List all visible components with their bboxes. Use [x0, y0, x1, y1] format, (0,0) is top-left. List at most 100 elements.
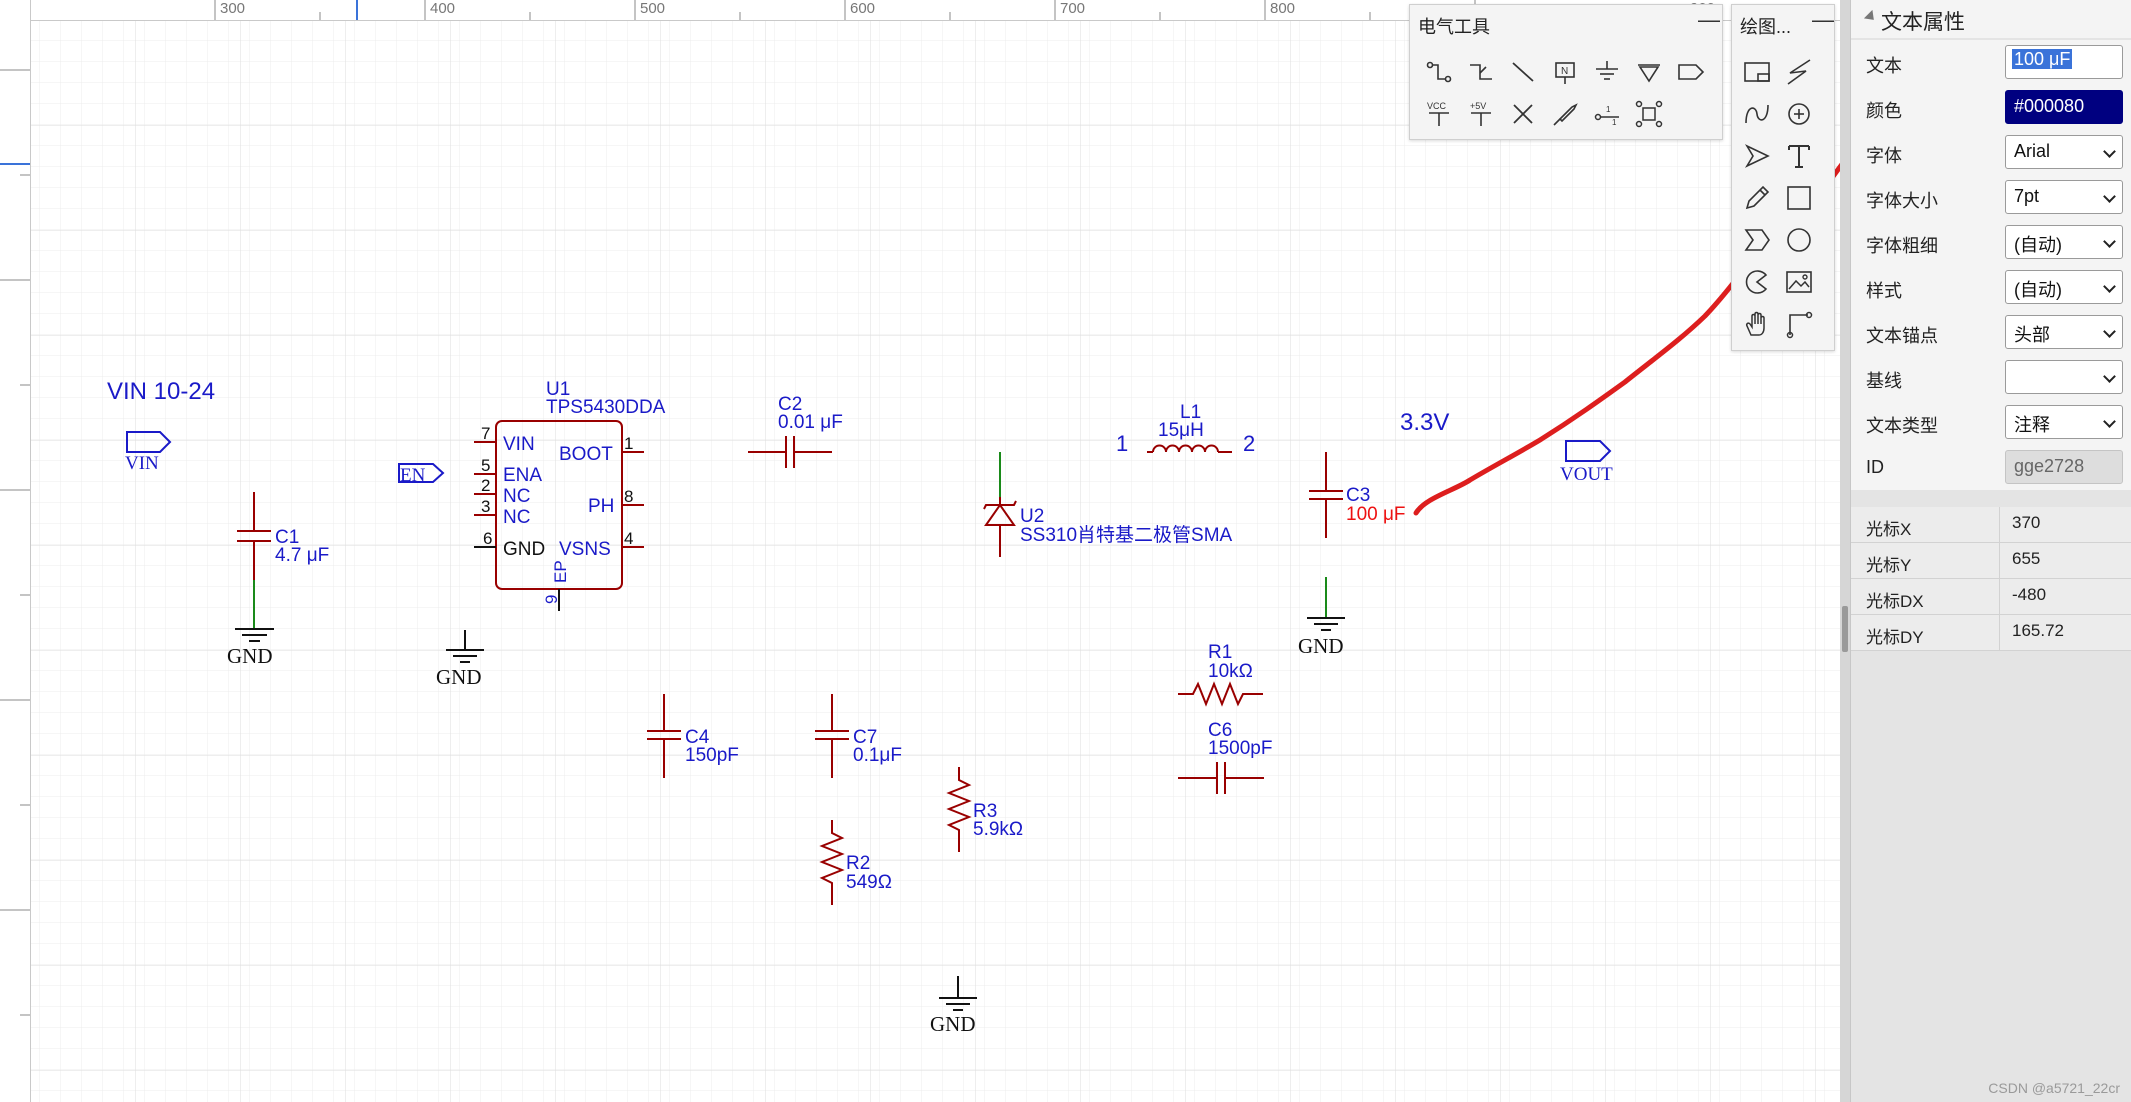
rectangle-tool-button[interactable] [1782, 181, 1816, 215]
prop-row-id: ID gge2728 [1851, 445, 2131, 490]
u1-pin-vsns: VSNS [559, 539, 611, 560]
schematic-sheet[interactable]: VIN 10-24 VIN EN C1 4.7 μF GND U1 TPS543… [0, 0, 1840, 1102]
prop-row-text: 文本 100 μF [1851, 40, 2131, 85]
ruler-left-400: 400 [0, 730, 2, 756]
net-label-tool-button[interactable]: N [1548, 55, 1582, 89]
prop-row-color: 颜色 #000080 [1851, 85, 2131, 130]
drawing-tools-panel[interactable]: 绘图... — [1731, 4, 1835, 351]
arrow-head-icon [1744, 144, 1770, 168]
u1-pin-ph: PH [588, 496, 614, 517]
text-properties-panel[interactable]: 文本属性 文本 100 μF 颜色 #000080 字体 Arial 字体大小 … [1850, 0, 2131, 1102]
cursor-value: -480 [1999, 579, 2131, 614]
prop-font-select[interactable]: Arial [2005, 135, 2123, 169]
u1-pin-vin: VIN [503, 434, 535, 455]
prop-text-input[interactable]: 100 μF [2005, 45, 2123, 79]
prop-row-anchor: 文本锚点 头部 [1851, 310, 2131, 355]
cursor-value: 655 [1999, 543, 2131, 578]
prop-style-select[interactable]: (自动) [2005, 270, 2123, 304]
r1-value: 10kΩ [1208, 661, 1253, 682]
grouped-nodes-icon [1635, 100, 1663, 128]
ruler-top-400: 400 [430, 0, 456, 17]
pan-tool-button[interactable] [1740, 307, 1774, 341]
prop-id-field: gge2728 [2005, 450, 2123, 484]
cursor-label: 光标Y [1866, 556, 1912, 575]
u1-pin-num-5: 5 [481, 456, 490, 475]
electrical-tools-panel[interactable]: 电气工具 — N VCC +5V 1 1 [1409, 4, 1723, 140]
drawing-tools-minimize-button[interactable]: — [1812, 7, 1834, 33]
curve-icon [1745, 104, 1769, 124]
prop-label: 文本锚点 [1866, 326, 1938, 346]
c2-value: 0.01 μF [778, 412, 843, 433]
net-label-vin[interactable]: VIN 10-24 [107, 378, 215, 405]
l1-pin-1: 1 [1116, 431, 1128, 456]
prop-label: 文本 [1866, 56, 1902, 76]
bezier-tool-button[interactable] [1740, 97, 1774, 131]
bus-tool-button[interactable] [1464, 55, 1498, 89]
probe-tool-button[interactable] [1548, 97, 1582, 131]
circle-icon [1787, 228, 1811, 252]
pencil-icon [1745, 185, 1770, 210]
svg-text:N: N [1561, 66, 1568, 77]
rectangle-icon [1787, 186, 1811, 210]
prop-font-weight-select[interactable]: (自动) [2005, 225, 2123, 259]
line-tool-button[interactable] [1506, 55, 1540, 89]
l1-value: 15μH [1158, 420, 1204, 441]
ellipse-tool-button[interactable] [1782, 223, 1816, 257]
no-connect-tool-button[interactable] [1506, 97, 1540, 131]
arc-tool-button[interactable] [1782, 97, 1816, 131]
port-vin-label: VIN [125, 453, 159, 474]
prop-anchor-select[interactable]: 头部 [2005, 315, 2123, 349]
prop-color-input[interactable]: #000080 [2005, 90, 2123, 124]
analog-ground-tool-button[interactable] [1632, 55, 1666, 89]
lightning-tool-button[interactable] [1782, 55, 1816, 89]
ruler-left-600: 600 [0, 310, 2, 336]
pencil-tool-button[interactable] [1740, 181, 1774, 215]
image-tool-button[interactable] [1782, 265, 1816, 299]
cursor-row-y: 光标Y 655 [1851, 543, 2131, 579]
electrical-tools-title: 电气工具 [1418, 17, 1490, 37]
properties-header[interactable]: 文本属性 [1851, 0, 2131, 38]
c3-ref: C3 [1346, 485, 1370, 506]
u1-pin-num-8: 8 [624, 487, 633, 506]
c4-value: 150pF [685, 745, 739, 766]
watermark: CSDN @a5721_22cr [1988, 1080, 2120, 1096]
vcc-tool-button[interactable]: VCC [1422, 97, 1456, 131]
ruler-left: 700 600 500 400 300 [0, 0, 31, 1102]
electrical-tools-minimize-button[interactable]: — [1698, 7, 1720, 33]
arrow-tool-button[interactable] [1740, 139, 1774, 173]
ruler-top-600: 600 [850, 0, 876, 17]
panel-splitter[interactable] [1840, 0, 1850, 1102]
prop-label: 字体大小 [1866, 191, 1938, 211]
pie-tool-button[interactable] [1740, 265, 1774, 299]
net-label-3v3[interactable]: 3.3V [1400, 409, 1449, 436]
prop-baseline-select[interactable] [2005, 360, 2123, 394]
net-port-tool-button[interactable] [1674, 55, 1708, 89]
net-label-icon: N [1555, 62, 1575, 84]
plus5v-tool-button[interactable]: +5V [1464, 97, 1498, 131]
polygon-tool-button[interactable] [1740, 223, 1774, 257]
ruler-top-300: 300 [220, 0, 246, 17]
schematic-canvas[interactable]: VIN 10-24 VIN EN C1 4.7 μF GND U1 TPS543… [0, 0, 1840, 1102]
net-port-icon [1678, 64, 1705, 80]
collapse-triangle-icon[interactable] [1863, 9, 1879, 25]
properties-title: 文本属性 [1881, 11, 1965, 34]
dimension-tool-button[interactable] [1782, 307, 1816, 341]
c7-value: 0.1μF [853, 745, 902, 766]
c3-value-selected[interactable]: 100 μF [1346, 504, 1406, 525]
text-t-icon [1788, 145, 1810, 168]
splitter-grip[interactable] [1842, 606, 1848, 652]
u1-pin-num-1: 1 [624, 434, 633, 453]
vcc-icon: VCC [1427, 101, 1449, 126]
prop-text-type-select[interactable]: 注释 [2005, 405, 2123, 439]
net-flag-tool-button[interactable] [1632, 97, 1666, 131]
svg-text:VCC: VCC [1427, 101, 1447, 111]
r2-value: 549Ω [846, 872, 892, 893]
ground-tool-button[interactable] [1590, 55, 1624, 89]
text-tool-button[interactable] [1782, 139, 1816, 173]
frame-tool-button[interactable] [1740, 55, 1774, 89]
cursor-label: 光标DY [1866, 628, 1924, 647]
wire-tool-button[interactable] [1422, 55, 1456, 89]
pin-tool-button[interactable]: 11 [1590, 97, 1624, 131]
prop-row-baseline: 基线 [1851, 355, 2131, 400]
prop-font-size-select[interactable]: 7pt [2005, 180, 2123, 214]
